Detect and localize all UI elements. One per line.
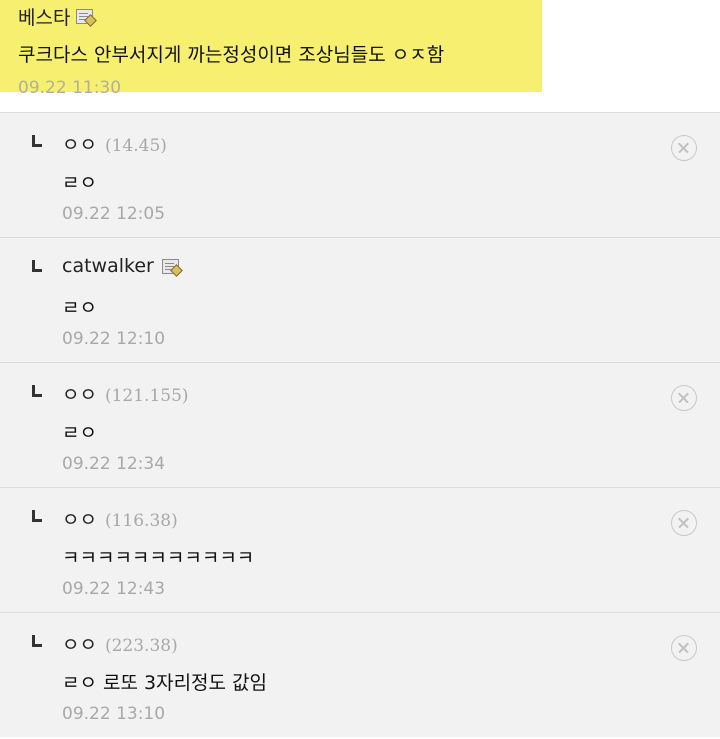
top-comment: 베스타 쿠크다스 안부서지게 까는정성이면 조상님들도 ㅇㅈ함 09.22 11… <box>0 0 720 112</box>
reply-item: ㅇㅇ (116.38) ㅋㅋㅋㅋㅋㅋㅋㅋㅋㅋㅋ 09.22 12:43 <box>0 487 720 612</box>
comment-author[interactable]: 베스타 <box>18 3 94 30</box>
author-name[interactable]: 베스타 <box>18 3 70 30</box>
reply-author-name[interactable]: ㅇㅇ <box>62 130 97 157</box>
reply-author[interactable]: catwalker <box>62 255 179 277</box>
reply-ip: (223.38) <box>104 636 178 656</box>
reply-timestamp: 09.22 13:10 <box>62 704 166 724</box>
reply-item: ㅇㅇ (223.38) ㄹㅇ 로또 3자리정도 값임 09.22 13:10 <box>0 612 720 737</box>
reply-ip: (121.155) <box>104 386 189 406</box>
delete-icon[interactable] <box>671 635 697 661</box>
reply-author-name[interactable]: ㅇㅇ <box>62 630 97 657</box>
reply-body: ㅋㅋㅋㅋㅋㅋㅋㅋㅋㅋㅋ <box>62 547 255 569</box>
reply-item: ㅇㅇ (121.155) ㄹㅇ 09.22 12:34 <box>0 362 720 487</box>
memo-icon <box>76 9 94 24</box>
reply-arrow-icon <box>32 260 42 272</box>
reply-author-name[interactable]: ㅇㅇ <box>62 505 97 532</box>
reply-timestamp: 09.22 12:43 <box>62 579 166 599</box>
comment-body: 쿠크다스 안부서지게 까는정성이면 조상님들도 ㅇㅈ함 <box>18 44 445 66</box>
memo-icon <box>161 258 179 274</box>
reply-arrow-icon <box>32 510 42 522</box>
reply-timestamp: 09.22 12:10 <box>62 329 166 349</box>
reply-item: catwalker ㄹㅇ 09.22 12:10 <box>0 237 720 362</box>
reply-body: ㄹㅇ <box>62 297 97 319</box>
reply-ip: (116.38) <box>104 511 178 531</box>
reply-arrow-icon <box>32 385 42 397</box>
reply-timestamp: 09.22 12:34 <box>62 454 166 474</box>
reply-ip: (14.45) <box>104 136 167 156</box>
reply-author[interactable]: ㅇㅇ (223.38) <box>62 630 178 657</box>
reply-list: ㅇㅇ (14.45) ㄹㅇ 09.22 12:05 catwalker ㄹㅇ 0… <box>0 112 720 737</box>
reply-author[interactable]: ㅇㅇ (121.155) <box>62 380 189 407</box>
reply-timestamp: 09.22 12:05 <box>62 204 166 224</box>
reply-author[interactable]: ㅇㅇ (14.45) <box>62 130 167 157</box>
reply-author-name[interactable]: catwalker <box>62 255 154 277</box>
reply-body: ㄹㅇ <box>62 422 97 444</box>
delete-icon[interactable] <box>671 135 697 161</box>
reply-body: ㄹㅇ 로또 3자리정도 값임 <box>62 672 268 694</box>
reply-body: ㄹㅇ <box>62 172 97 194</box>
delete-icon[interactable] <box>671 510 697 536</box>
reply-arrow-icon <box>32 135 42 147</box>
comment-timestamp: 09.22 11:30 <box>18 78 122 98</box>
reply-author[interactable]: ㅇㅇ (116.38) <box>62 505 178 532</box>
reply-author-name[interactable]: ㅇㅇ <box>62 380 97 407</box>
delete-icon[interactable] <box>671 385 697 411</box>
reply-item: ㅇㅇ (14.45) ㄹㅇ 09.22 12:05 <box>0 112 720 237</box>
reply-arrow-icon <box>32 635 42 647</box>
